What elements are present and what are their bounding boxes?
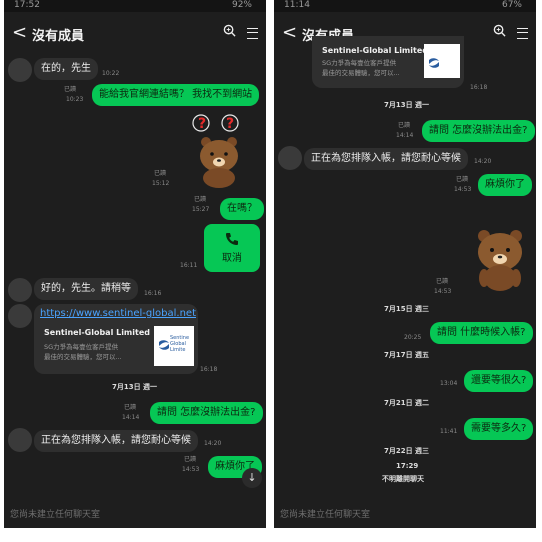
message-time: 16:16 — [144, 290, 162, 297]
date-separator: 7月15日 週三 — [384, 304, 430, 314]
date-separator: 7月22日 週三 — [384, 446, 430, 456]
battery-level: 92% — [231, 0, 252, 10]
link-preview-title: Sentinel-Global Limited — [44, 328, 150, 337]
read-receipt: 已讀 — [154, 170, 167, 177]
back-icon[interactable]: < — [282, 22, 297, 43]
chat-title: 沒有成員 — [32, 29, 85, 44]
message-bubble-outgoing[interactable]: 在嗎？ — [220, 198, 264, 220]
call-cancelled-label: 取消 — [222, 253, 242, 264]
message-time: 14:53 — [454, 186, 472, 193]
message-time: 14:53 — [434, 288, 452, 295]
read-receipt: 已讀 — [184, 456, 197, 463]
message-time: 14:20 — [204, 440, 222, 447]
link-preview-description: SG力爭為每壹位客戶提供 — [44, 343, 119, 351]
bear-sticker-confused[interactable]: ? ? — [190, 112, 248, 188]
avatar[interactable] — [8, 428, 32, 452]
message-time: 20:25 — [404, 334, 422, 341]
read-receipt: 已讀 — [456, 176, 469, 183]
scroll-down-icon[interactable]: ↓ — [242, 468, 262, 488]
chat-input-bar[interactable]: 您尚未建立任何聊天室 — [4, 502, 266, 528]
link-preview-card[interactable]: Sentinel-Global Limited SG力爭為每壹位客戶提供 最佳的… — [312, 36, 464, 88]
right-screenshot: 11:14 67% < 沒有成員 Sentinel-Global Limited… — [274, 0, 536, 528]
message-bubble-outgoing[interactable]: 需要等多久? — [464, 418, 534, 440]
call-cancelled-bubble[interactable]: 取消 — [204, 224, 260, 272]
message-bubble-incoming[interactable]: 好的，先生。請稍等 — [34, 278, 138, 300]
link-preview-card[interactable]: https://www.sentinel-global.net Sentinel… — [34, 304, 198, 374]
link-preview-description: 最佳的交易體驗，您可以... — [322, 69, 400, 77]
logo-text: Limite — [170, 347, 186, 353]
avatar[interactable] — [8, 304, 32, 328]
website-link[interactable]: https://www.sentinel-global.net — [40, 308, 196, 319]
read-receipt: 已讀 — [436, 278, 449, 285]
message-time: 11:41 — [440, 428, 458, 435]
message-time: 13:04 — [440, 380, 458, 387]
message-bubble-outgoing[interactable]: 能給我官網連結嗎？ 我找不到網站 — [92, 84, 260, 106]
message-bubble-outgoing[interactable]: 請問 什麼時候入帳? — [430, 322, 533, 344]
chat-header: < 沒有成員 — [4, 18, 266, 50]
message-time: 16:18 — [470, 84, 488, 91]
link-preview-title: Sentinel-Global Limited — [322, 46, 428, 55]
chat-input-bar[interactable]: 您尚未建立任何聊天室 — [274, 502, 536, 528]
back-icon[interactable]: < — [12, 22, 27, 43]
system-message-time: 17:29 — [396, 462, 419, 470]
read-receipt: 已讀 — [124, 404, 137, 411]
battery-level: 67% — [501, 0, 522, 10]
message-bubble-outgoing[interactable]: 請問 怎麼沒辦法出金? — [150, 402, 263, 424]
status-bar: 17:52 92% — [4, 0, 266, 12]
read-receipt: 已讀 — [64, 86, 77, 93]
system-message-left-chat: 不明離開聊天 — [382, 474, 424, 484]
link-preview-description: 最佳的交易體驗，您可以... — [44, 353, 122, 361]
search-icon[interactable] — [223, 24, 236, 37]
message-time: 14:14 — [396, 132, 414, 139]
avatar[interactable] — [8, 58, 32, 82]
status-bar: 11:14 67% — [274, 0, 536, 12]
message-time: 15:12 — [152, 180, 170, 187]
message-time: 16:11 — [180, 262, 198, 269]
date-separator: 7月21日 週二 — [384, 398, 430, 408]
date-separator: 7月13日 週一 — [112, 382, 158, 392]
link-preview-description: SG力爭為每壹位客戶提供 — [322, 59, 397, 67]
svg-text:?: ? — [226, 116, 234, 132]
avatar[interactable] — [8, 278, 32, 302]
menu-icon[interactable] — [517, 28, 528, 39]
date-separator: 7月13日 週一 — [384, 100, 430, 110]
message-bubble-outgoing[interactable]: 請問 怎麼沒辦法出金? — [422, 120, 535, 142]
date-separator: 7月17日 週五 — [384, 350, 430, 360]
message-time: 15:27 — [192, 206, 210, 213]
message-bubble-incoming[interactable]: 在的，先生 — [34, 58, 98, 80]
phone-icon — [226, 233, 238, 245]
message-time: 10:22 — [102, 70, 120, 77]
status-time: 17:52 — [14, 0, 40, 10]
message-time: 16:18 — [200, 366, 218, 373]
message-bubble-incoming[interactable]: 正在為您排隊入帳，請您耐心等候 — [34, 430, 198, 452]
sentinel-logo: Sentine Global Limite — [154, 326, 194, 366]
message-time: 14:53 — [182, 466, 200, 473]
left-screenshot: 17:52 92% < 沒有成員 在的，先生 10:22 已讀 10:23 能給… — [4, 0, 266, 528]
message-time: 14:14 — [122, 414, 140, 421]
status-time: 11:14 — [284, 0, 310, 10]
read-receipt: 已讀 — [398, 122, 411, 129]
message-bubble-outgoing[interactable]: 還要等很久? — [464, 370, 534, 392]
menu-icon[interactable] — [247, 28, 258, 39]
message-time: 10:23 — [66, 96, 84, 103]
sentinel-logo-icon — [159, 340, 169, 350]
sentinel-logo — [424, 44, 460, 78]
avatar[interactable] — [278, 146, 302, 170]
search-icon[interactable] — [493, 24, 506, 37]
message-time: 14:20 — [474, 158, 492, 165]
sentinel-logo-icon — [429, 58, 439, 68]
message-bubble-outgoing[interactable]: 麻煩你了 — [478, 174, 532, 196]
bear-sticker[interactable] — [470, 226, 530, 292]
message-bubble-incoming[interactable]: 正在為您排隊入帳，請您耐心等候 — [304, 148, 468, 170]
read-receipt: 已讀 — [194, 196, 207, 203]
